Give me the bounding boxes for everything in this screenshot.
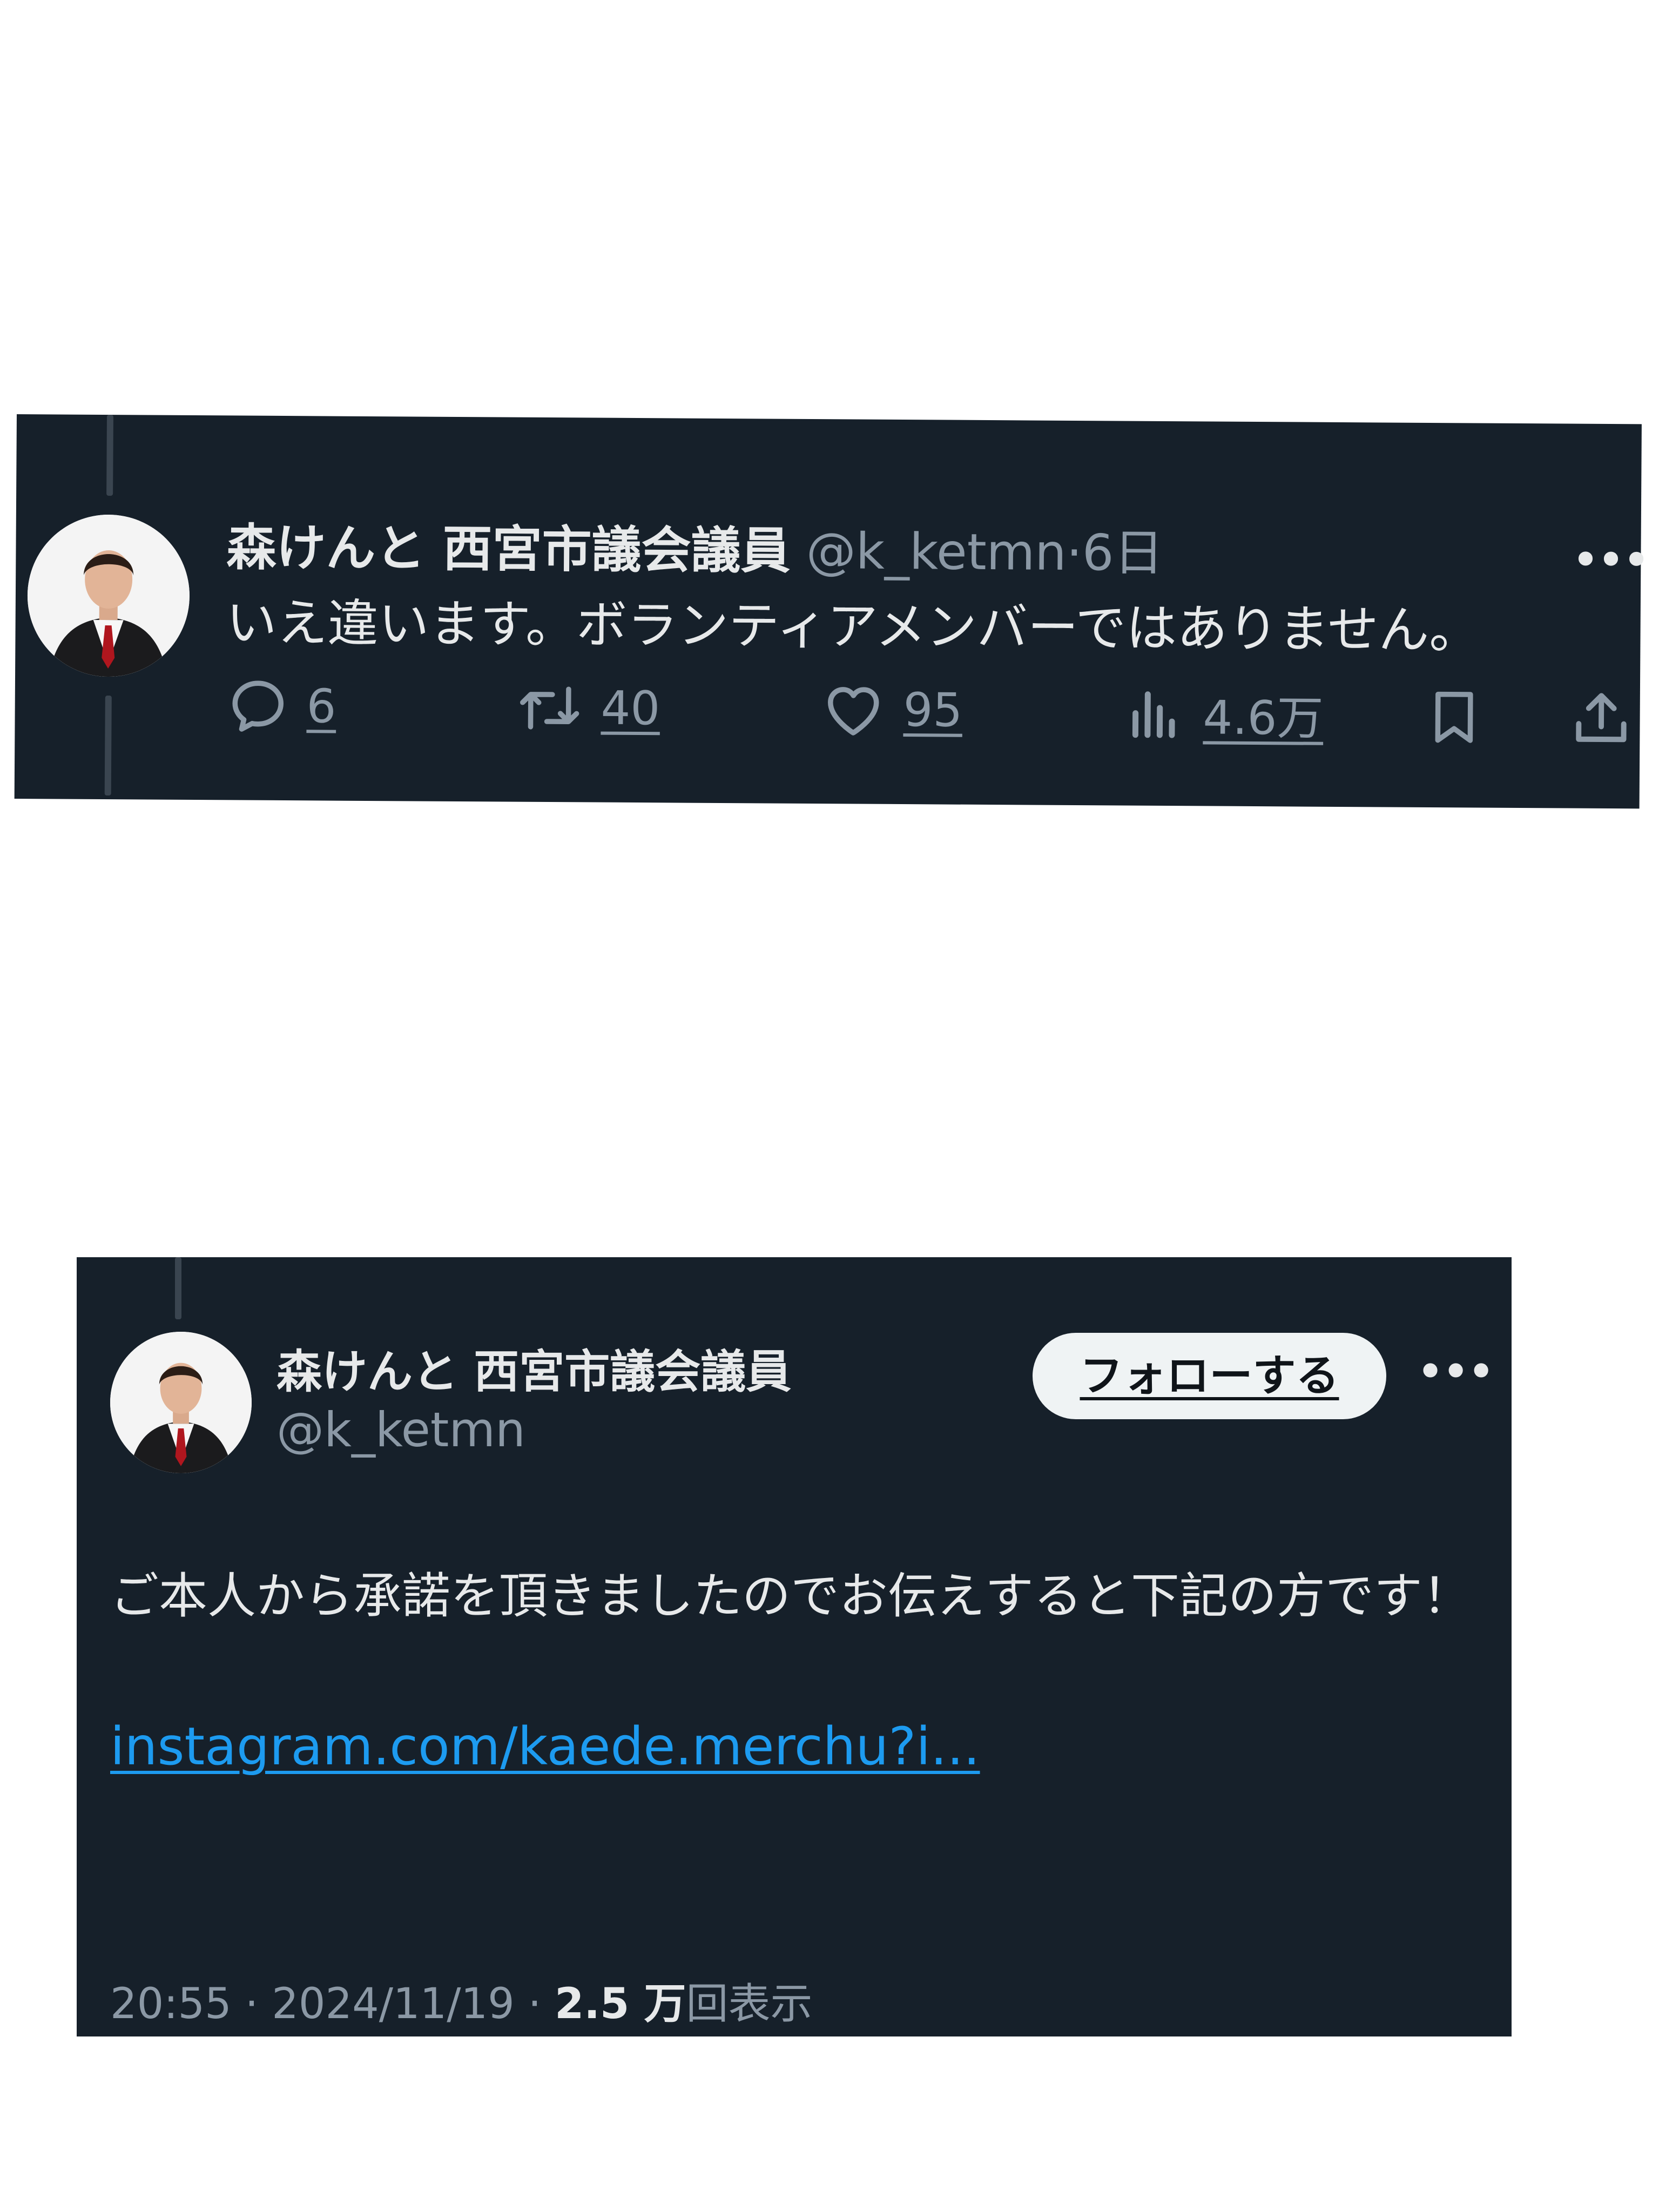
like-button[interactable]: 95 xyxy=(819,677,962,743)
reply-button[interactable]: 6 xyxy=(225,673,336,739)
share-icon xyxy=(1576,693,1627,743)
views-count: 4.6万 xyxy=(1203,691,1324,746)
like-icon xyxy=(828,687,879,736)
timestamp[interactable]: 6日 xyxy=(1082,524,1164,582)
tweet-time[interactable]: 20:55 xyxy=(110,1980,232,2028)
tweet-text: ご本人から承諾を頂きましたのでお伝えすると下記の方です！ xyxy=(110,1568,1471,1624)
avatar[interactable] xyxy=(27,514,190,677)
thread-line-top xyxy=(106,415,113,496)
separator: · xyxy=(245,1980,259,2028)
reply-count: 6 xyxy=(306,679,336,734)
more-options-icon[interactable]: ••• xyxy=(1416,1344,1495,1400)
views-button[interactable]: 4.6万 xyxy=(1122,679,1324,748)
separator: · xyxy=(528,1980,542,2028)
retweet-icon xyxy=(520,686,579,730)
share-button[interactable] xyxy=(1567,683,1635,754)
like-count: 95 xyxy=(903,683,963,738)
separator: · xyxy=(1066,523,1083,582)
thread-line-bottom xyxy=(104,696,112,796)
tweet-card-reply: 森けんと 西宮市議会議員 @k_ketmn·6日 ••• いえ違います。ボランテ… xyxy=(14,414,1648,809)
tweet-meta: 20:55 · 2024/11/19 · 2.5 万回表示 xyxy=(110,1970,813,2031)
tweet-date[interactable]: 2024/11/19 xyxy=(272,1980,515,2028)
display-name[interactable]: 森けんと 西宮市議会議員 xyxy=(276,1345,791,1399)
bookmark-button[interactable] xyxy=(1421,682,1487,753)
tweet-header: 森けんと 西宮市議会議員 @k_ketmn·6日 xyxy=(226,518,1164,583)
tweet-text: いえ違います。ボランティアメンバーではありません。 xyxy=(226,594,1480,660)
views-icon xyxy=(1132,691,1175,738)
action-bar: 6 40 95 4.6万 xyxy=(17,414,1642,746)
views-count: 2.5 万 xyxy=(555,1980,686,2028)
more-options-icon[interactable]: ••• xyxy=(1571,532,1648,589)
tweet-card-original: 森けんと 西宮市議会議員 @k_ketmn フォローする ••• ご本人から承諾… xyxy=(77,1257,1512,2036)
follow-button[interactable]: フォローする xyxy=(1033,1333,1386,1419)
retweet-button[interactable]: 40 xyxy=(514,676,660,741)
views-label: 回表示 xyxy=(686,1980,813,2028)
retweet-count: 40 xyxy=(601,681,660,736)
handle[interactable]: @k_ketmn xyxy=(276,1403,525,1457)
handle[interactable]: @k_ketmn xyxy=(806,522,1067,582)
avatar-portrait-icon xyxy=(110,1332,252,1473)
thread-line-top xyxy=(175,1257,181,1319)
bookmark-icon xyxy=(1435,691,1473,743)
instagram-link[interactable]: instagram.com/kaede.merchu?i... xyxy=(110,1716,980,1777)
reply-icon xyxy=(232,680,284,732)
avatar-portrait-icon xyxy=(27,514,190,677)
avatar[interactable] xyxy=(110,1332,252,1473)
display-name[interactable]: 森けんと 西宮市議会議員 xyxy=(226,518,791,579)
